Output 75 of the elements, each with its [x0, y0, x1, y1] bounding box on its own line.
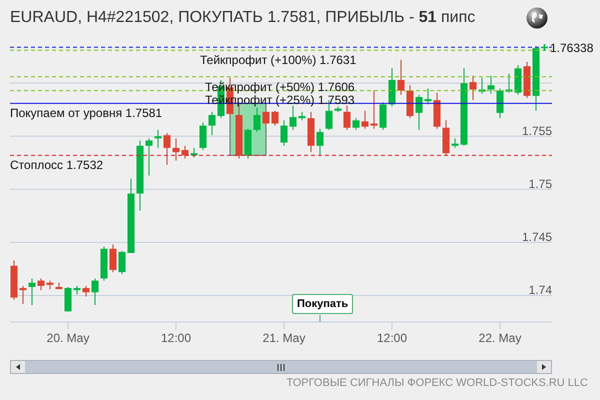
- candle: [92, 278, 98, 306]
- candle: [64, 286, 72, 312]
- candle: [190, 147, 198, 158]
- candle: [362, 110, 368, 130]
- stoploss-label: Стоплосс 1.7532: [10, 158, 104, 172]
- candle: [434, 92, 440, 130]
- scroll-left-icon[interactable]: [11, 361, 25, 373]
- candle: [488, 75, 494, 94]
- candle: [452, 138, 458, 148]
- y-axis-label: 1.74: [528, 283, 552, 298]
- x-axis-label: 21. May: [262, 331, 306, 345]
- candle: [280, 120, 288, 146]
- candle: [416, 94, 422, 130]
- candle: [82, 285, 90, 298]
- candle: [316, 128, 324, 156]
- candle: [496, 88, 504, 119]
- candle: [254, 107, 260, 132]
- current-price-label: 1.76338: [550, 41, 594, 55]
- candle: [164, 132, 170, 166]
- x-axis-label: 12:00: [160, 331, 192, 345]
- candle: [244, 128, 252, 160]
- candle: [74, 285, 80, 295]
- candle: [380, 102, 386, 130]
- candle: [154, 129, 162, 148]
- candle: [10, 260, 18, 300]
- candle: [478, 77, 486, 94]
- takeprofit-label: Тейкпрофит (+100%) 1.7631: [200, 53, 356, 67]
- scroll-right-icon[interactable]: [537, 361, 551, 373]
- candle: [38, 278, 44, 291]
- y-axis-label: 1.755: [522, 124, 552, 138]
- candle: [290, 104, 296, 130]
- candle: [442, 120, 450, 156]
- horizontal-scrollbar[interactable]: [10, 360, 552, 374]
- candle: [298, 111, 306, 121]
- candle: [146, 138, 152, 176]
- entry-label: Покупаем от уровня 1.7581: [10, 106, 162, 120]
- y-axis-label: 1.75: [528, 177, 552, 192]
- candle: [370, 90, 378, 130]
- candle: [28, 278, 36, 306]
- candle: [344, 104, 350, 130]
- candle: [334, 106, 342, 112]
- candle: [118, 250, 126, 275]
- x-axis-label: 22. May: [478, 331, 522, 345]
- candle: [20, 285, 26, 304]
- candle: [200, 122, 206, 151]
- candle: [352, 118, 360, 130]
- candle: [470, 75, 476, 101]
- candle: [136, 140, 144, 212]
- candle: [424, 88, 432, 105]
- candle: [308, 111, 314, 153]
- candle: [262, 110, 270, 126]
- candle: [524, 61, 530, 99]
- candle: [56, 282, 62, 290]
- plus-icon: [540, 43, 549, 52]
- candle: [532, 46, 540, 112]
- globe-icon[interactable]: [526, 6, 548, 28]
- candle: [208, 111, 216, 136]
- footer-credit: ТОРГОВЫЕ СИГНАЛЫ ФОРЕКС WORLD-STOCKS.RU LLC: [286, 377, 588, 389]
- grip-icon[interactable]: [277, 364, 285, 370]
- candle: [46, 280, 54, 290]
- x-axis-label: 12:00: [376, 331, 408, 345]
- chart-title: EURAUD, H4#221502, ПОКУПАТЬ 1.7581, ПРИБЫЛЬ - 51 пипс: [10, 8, 476, 26]
- candle: [506, 73, 512, 94]
- buy-signal-flag: Покупать: [292, 294, 354, 314]
- y-axis-label: 1.745: [522, 230, 552, 244]
- candle: [272, 110, 278, 126]
- candle: [388, 68, 396, 107]
- candle: [182, 145, 188, 160]
- candle: [398, 59, 404, 96]
- candle: [100, 246, 108, 282]
- candle: [514, 64, 522, 96]
- candle: [406, 84, 414, 119]
- candle: [172, 138, 180, 162]
- x-axis-label: 20. May: [46, 331, 90, 345]
- candle: [110, 244, 116, 273]
